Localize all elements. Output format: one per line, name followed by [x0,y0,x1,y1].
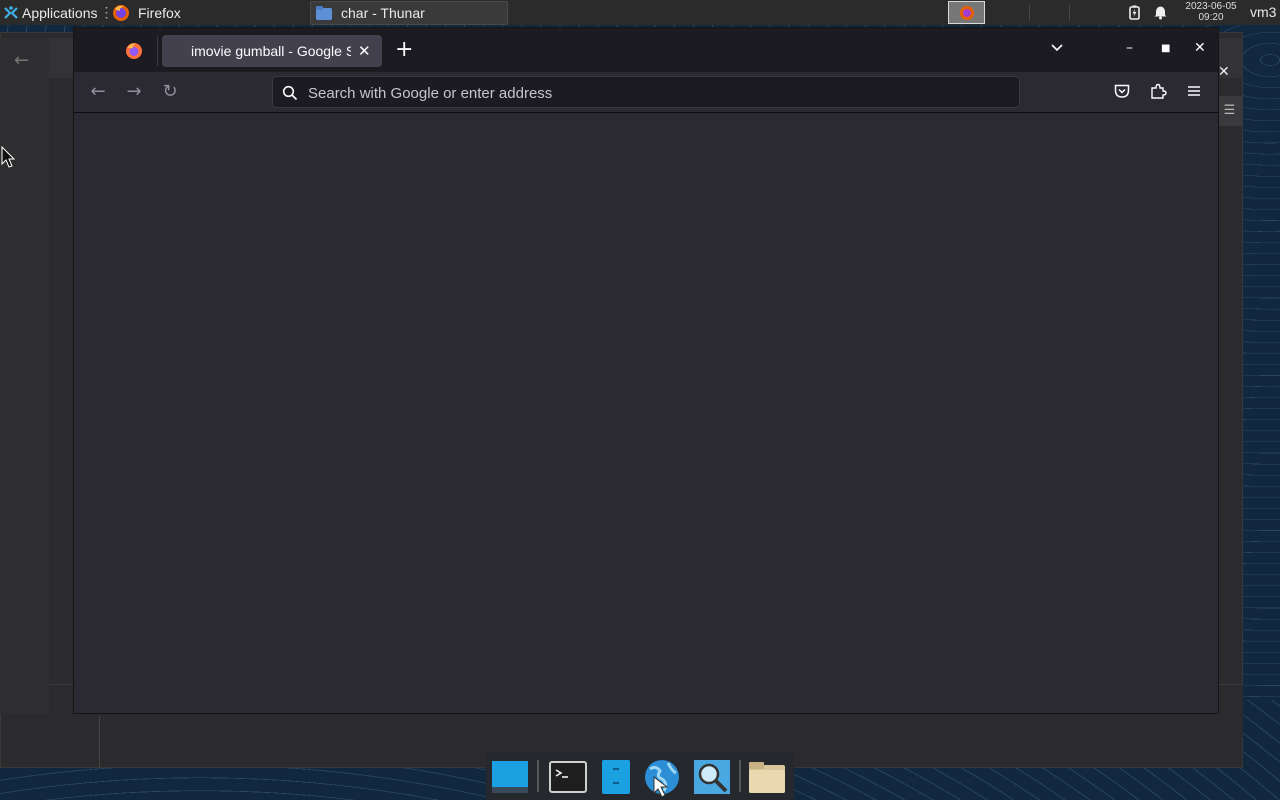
tab-title: imovie gumball - Google Search [191,43,351,59]
web-browser-icon[interactable] [642,757,682,797]
taskbar-label-thunar: char - Thunar [341,5,425,21]
clock[interactable]: 2023-06-05 09:20 [1180,0,1242,25]
extensions-icon[interactable] [1149,82,1167,100]
show-desktop-icon[interactable] [490,757,530,797]
panel-divider [1069,4,1070,21]
power-manager-icon[interactable] [1127,5,1142,20]
pocket-icon[interactable] [1113,82,1131,100]
tab-close-icon[interactable]: ✕ [358,35,371,67]
close-window-button[interactable]: ✕ [1194,40,1206,56]
thunar-pane-divider [99,716,100,768]
firefox-icon [113,4,129,21]
dock [486,752,794,800]
panel-divider [1029,4,1030,21]
firefox-nav-bar: ← → ↻ [74,72,1218,112]
firefox-icon [126,43,142,59]
thunar-close-button[interactable]: ✕ [1218,64,1230,80]
xfce-logo-icon [4,5,18,19]
tab-separator [157,36,158,66]
workspace-switcher[interactable] [948,1,985,24]
dock-separator [739,760,741,792]
user-label[interactable]: vm3 [1250,4,1276,20]
new-tab-button[interactable]: + [395,38,413,62]
thunar-back-button[interactable]: ← [14,50,29,71]
dock-separator [537,760,539,792]
clock-date: 2023-06-05 [1185,1,1237,12]
taskbar-button-thunar[interactable]: char - Thunar [310,1,508,25]
list-all-tabs-icon[interactable] [1049,40,1065,56]
url-input[interactable] [306,77,1010,109]
app-finder-icon[interactable] [692,757,732,797]
minimize-button[interactable]: – [1126,40,1133,56]
reload-button[interactable]: ↻ [160,82,180,102]
back-button[interactable]: ← [88,82,108,102]
firefox-content-area[interactable] [74,112,1218,713]
top-panel: Applications ⋮ Firefox char - Thunar 202… [0,0,1280,25]
file-manager-icon[interactable] [596,757,636,797]
folder-icon[interactable] [747,757,787,797]
browser-tab[interactable]: imovie gumball - Google Search ✕ [162,35,382,67]
search-icon [282,85,298,101]
maximize-button[interactable]: ■ [1161,43,1170,54]
thunar-sidebar [0,38,49,714]
terminal-icon[interactable] [548,757,588,797]
firefox-tab-bar: imovie gumball - Google Search ✕ + – ■ ✕ [74,28,1218,72]
taskbar-label-firefox: Firefox [138,4,181,21]
notification-bell-icon[interactable] [1153,5,1168,20]
taskbar-button-firefox[interactable]: Firefox [112,0,307,25]
applications-menu-label: Applications [22,4,98,21]
app-menu-icon[interactable] [1185,82,1203,100]
clock-time: 09:20 [1198,12,1224,23]
applications-menu-button[interactable]: Applications ⋮ [0,0,114,25]
mouse-cursor-icon [1,146,15,168]
url-bar[interactable] [272,76,1020,109]
folder-window-icon [316,6,332,20]
workspace-firefox-icon [959,5,974,20]
thunar-menu-button[interactable]: ☰ [1216,96,1243,126]
forward-button[interactable]: → [124,82,144,102]
firefox-window: imovie gumball - Google Search ✕ + – ■ ✕… [73,27,1219,714]
